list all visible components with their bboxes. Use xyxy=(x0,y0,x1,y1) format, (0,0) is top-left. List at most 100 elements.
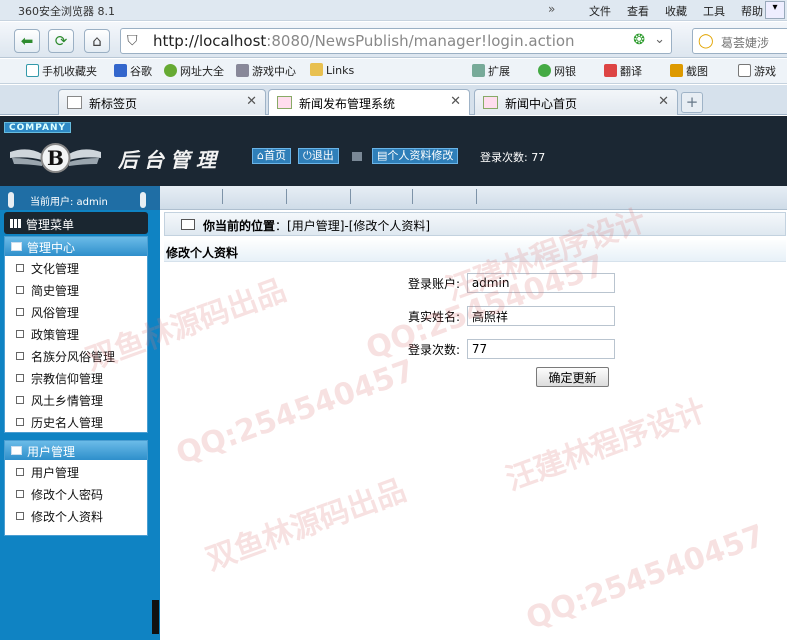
tab-new[interactable]: 新标签页 ✕ xyxy=(58,89,266,115)
globe-icon xyxy=(164,64,177,77)
fav-games[interactable]: 游戏中心 xyxy=(236,63,296,79)
svg-text:B: B xyxy=(47,146,64,170)
browser-menu: 文件 查看 收藏 工具 帮助 xyxy=(573,3,763,19)
real-name-input[interactable] xyxy=(466,306,615,326)
profile-edit-link[interactable]: ▤个人资料修改 xyxy=(372,148,459,164)
new-tab-button[interactable]: + xyxy=(681,92,703,113)
power-icon: ⏻ xyxy=(303,149,312,162)
menu-help[interactable]: 帮助 xyxy=(741,3,763,19)
grid-icon xyxy=(10,219,21,228)
back-button[interactable]: ⬅ xyxy=(14,29,40,53)
fav-translate[interactable]: 翻译 xyxy=(604,63,642,79)
login-count: 登录次数: 77 xyxy=(480,151,546,164)
sidebar-item-users[interactable]: 用户管理 xyxy=(5,460,147,482)
address-bar[interactable]: ⛉ http://localhost:8080/NewsPublish/mana… xyxy=(120,28,672,54)
tab-label: 新标签页 xyxy=(89,97,138,111)
page-icon xyxy=(483,96,498,109)
submit-update-button[interactable]: 确定更新 xyxy=(536,367,609,387)
fav-bank[interactable]: 网银 xyxy=(538,63,576,79)
menu-favorites[interactable]: 收藏 xyxy=(665,3,687,19)
breadcrumb-path: ：[用户管理]-[修改个人资料] xyxy=(275,219,431,233)
google-icon xyxy=(114,64,127,77)
panel-header-management[interactable]: 管理中心 xyxy=(5,237,147,256)
knob-icon xyxy=(140,192,146,208)
browser-app-title: 360安全浏览器 8.1 xyxy=(18,5,115,18)
fav-google[interactable]: 谷歌 xyxy=(114,63,152,79)
menu-tools[interactable]: 工具 xyxy=(703,3,725,19)
dropdown-icon[interactable]: ⌄ xyxy=(654,32,665,47)
page-icon xyxy=(16,374,24,382)
chevron-double-right-icon[interactable]: » xyxy=(548,2,555,16)
sidebar-item-edit-profile[interactable]: 修改个人资料 xyxy=(5,504,147,526)
menu-file[interactable]: 文件 xyxy=(589,3,611,19)
close-icon[interactable]: ✕ xyxy=(658,94,669,109)
fav-sites[interactable]: 网址大全 xyxy=(164,63,224,79)
tab-news-system[interactable]: 新闻发布管理系统 ✕ xyxy=(268,89,470,115)
folder-icon xyxy=(310,63,323,76)
tab-bar: 新标签页 ✕ 新闻发布管理系统 ✕ 新闻中心首页 ✕ + xyxy=(0,85,787,115)
breadcrumb: 你当前的位置：[用户管理]-[修改个人资料] xyxy=(164,212,786,236)
fav-mobile[interactable]: 手机收藏夹 xyxy=(26,63,97,79)
sidebar-collapse-handle[interactable] xyxy=(152,600,159,634)
count-label: 登录次数: xyxy=(408,342,461,357)
logout-link[interactable]: ⏻退出 xyxy=(298,148,339,164)
address-text[interactable]: http://localhost:8080/NewsPublish/manage… xyxy=(153,32,575,50)
fav-screenshot[interactable]: 截图 xyxy=(670,63,708,79)
grid-icon xyxy=(67,96,82,109)
window-icon xyxy=(181,219,195,230)
search-input[interactable]: 葛荟婕涉 xyxy=(721,34,769,51)
gamepad-icon xyxy=(236,64,249,77)
separator-icon xyxy=(352,152,362,161)
search-box[interactable]: ◯ 葛荟婕涉 xyxy=(692,28,787,54)
account-input[interactable] xyxy=(466,273,615,293)
compat-mode-icon[interactable]: ❂ xyxy=(633,32,645,48)
plus-icon: + xyxy=(685,93,699,111)
tab-label: 新闻发布管理系统 xyxy=(299,97,396,111)
sidebar-item-change-password[interactable]: 修改个人密码 xyxy=(5,482,147,504)
sidebar-item-history[interactable]: 简史管理 xyxy=(5,278,147,300)
sidebar-item-customs[interactable]: 风俗管理 xyxy=(5,300,147,322)
page-icon xyxy=(16,468,24,476)
sidebar-item-culture[interactable]: 文化管理 xyxy=(5,256,147,278)
sidebar-item-religion[interactable]: 宗教信仰管理 xyxy=(5,366,147,388)
menu-title: 管理菜单 xyxy=(4,212,148,234)
fav-links[interactable]: Links xyxy=(310,63,354,77)
form-row-account: 登录账户: xyxy=(408,273,615,293)
sidebar-item-local-customs[interactable]: 风土乡情管理 xyxy=(5,388,147,410)
form-row-name: 真实姓名: xyxy=(408,306,615,326)
main-content: 你当前的位置：[用户管理]-[修改个人资料] 修改个人资料 登录账户: 真实姓名… xyxy=(160,210,787,640)
login-count-input[interactable] xyxy=(466,339,615,359)
url-rest: :8080/NewsPublish/manager!login.action xyxy=(266,32,575,50)
extension-icon xyxy=(472,64,485,77)
bank-icon xyxy=(538,64,551,77)
panel-header-users[interactable]: 用户管理 xyxy=(5,441,147,460)
account-label: 登录账户: xyxy=(408,276,461,291)
browser-titlebar: 360安全浏览器 8.1 » 文件 查看 收藏 工具 帮助 ▾ xyxy=(0,0,787,21)
home-button[interactable]: ⌂ xyxy=(84,29,110,53)
sidebar-item-ethnic-customs[interactable]: 名族分风俗管理 xyxy=(5,344,147,366)
scissors-icon xyxy=(670,64,683,77)
divider xyxy=(412,189,413,204)
app-header: COMPANY B 后台管理 ⌂首页 ⏻退出 ▤个人资料修改 登录次数: 77 xyxy=(0,116,787,186)
home-link[interactable]: ⌂首页 xyxy=(252,148,291,164)
knob-icon xyxy=(8,192,14,208)
refresh-button[interactable]: ⟳ xyxy=(48,29,74,53)
refresh-icon: ⟳ xyxy=(54,32,68,50)
back-arrow-icon: ⬅ xyxy=(20,32,34,50)
fav-game[interactable]: 游戏 xyxy=(738,63,776,79)
close-icon[interactable]: ✕ xyxy=(450,94,461,109)
home-icon: ⌂ xyxy=(257,149,264,162)
shield-icon: ⛉ xyxy=(127,33,138,49)
current-user-bar: 当前用户: admin xyxy=(0,186,160,210)
tab-label: 新闻中心首页 xyxy=(505,97,578,111)
fav-extensions[interactable]: 扩展 xyxy=(472,63,510,79)
sidebar-item-famous-people[interactable]: 历史名人管理 xyxy=(5,410,147,432)
page-icon xyxy=(16,264,24,272)
menu-view[interactable]: 查看 xyxy=(627,3,649,19)
tab-news-home[interactable]: 新闻中心首页 ✕ xyxy=(474,89,678,115)
current-user: 当前用户: admin xyxy=(30,197,108,208)
page-icon xyxy=(16,286,24,294)
window-corner-icon[interactable]: ▾ xyxy=(765,1,785,19)
sidebar-item-policy[interactable]: 政策管理 xyxy=(5,322,147,344)
close-icon[interactable]: ✕ xyxy=(246,94,257,109)
